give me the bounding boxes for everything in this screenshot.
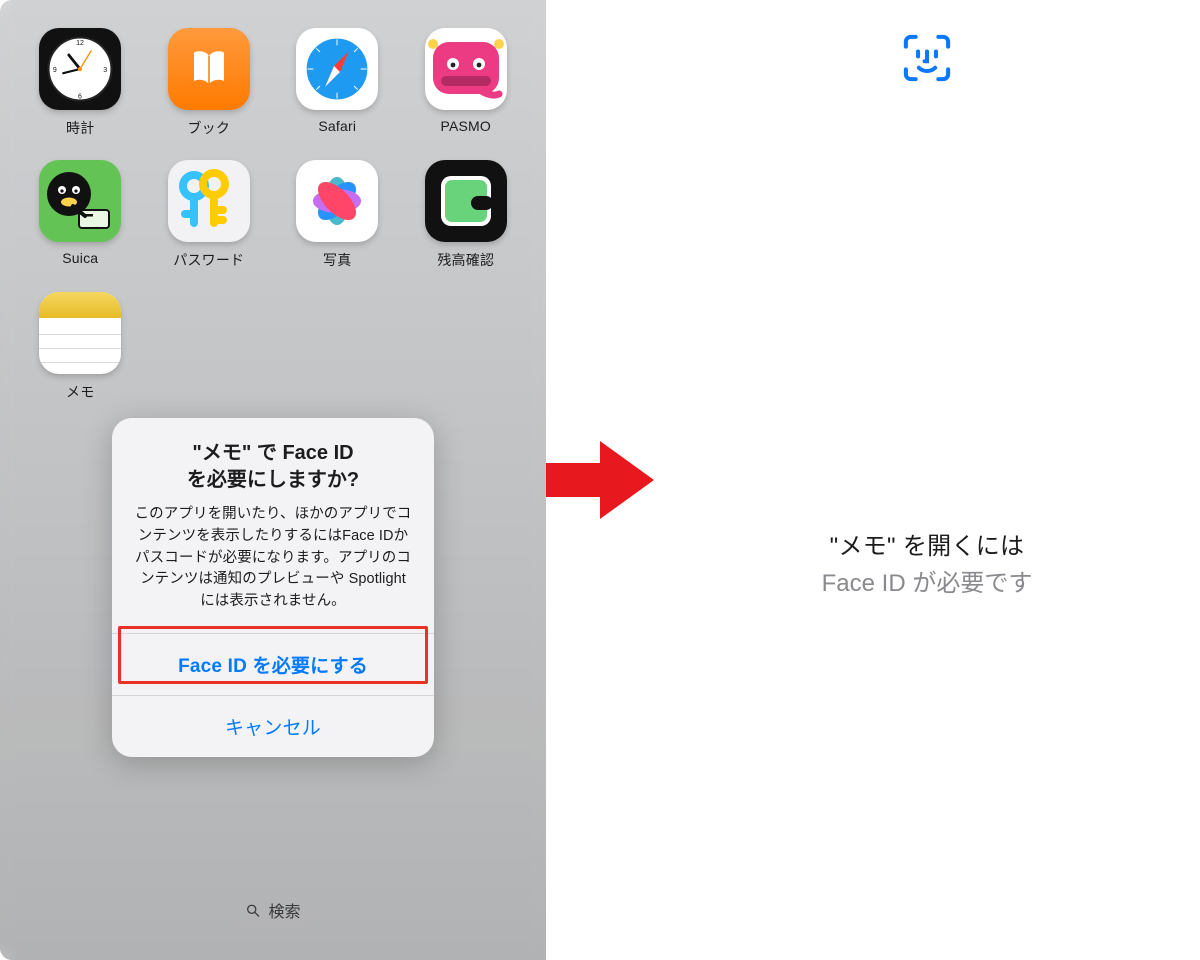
face-id-required-screen: "メモ" を開くには Face ID が必要です xyxy=(654,0,1200,960)
photos-icon xyxy=(296,160,378,242)
app-notes[interactable]: メモ xyxy=(28,292,133,402)
arrow-pane xyxy=(546,0,654,960)
pasmo-icon xyxy=(425,28,507,110)
svg-text:6: 6 xyxy=(78,93,82,100)
app-books[interactable]: ブック xyxy=(157,28,262,138)
svg-text:12: 12 xyxy=(76,40,84,47)
arrow-right-icon xyxy=(546,437,654,523)
screenshot-pair: 12 3 6 9 時計 ブック xyxy=(0,0,1200,960)
search-label: 検索 xyxy=(268,898,300,922)
app-label: ブック xyxy=(187,118,230,138)
app-label: 時計 xyxy=(66,118,94,138)
home-screen-blurred: 12 3 6 9 時計 ブック xyxy=(0,0,546,960)
passwords-icon xyxy=(168,160,250,242)
app-label: メモ xyxy=(66,382,94,402)
app-balance[interactable]: 残高確認 xyxy=(414,160,519,270)
search-icon xyxy=(245,903,260,918)
home-search-pill[interactable]: 検索 xyxy=(225,890,320,930)
cancel-button[interactable]: キャンセル xyxy=(112,695,434,757)
app-label: 写真 xyxy=(323,250,351,270)
app-label: PASMO xyxy=(440,118,491,134)
face-id-message: "メモ" を開くには Face ID が必要です xyxy=(822,528,1033,602)
svg-text:9: 9 xyxy=(53,67,57,74)
require-face-id-button[interactable]: Face ID を必要にする xyxy=(112,633,434,695)
books-icon xyxy=(168,28,250,110)
svg-text:3: 3 xyxy=(103,67,107,74)
dialog-title: "メモ" で Face ID を必要にしますか? xyxy=(112,418,434,498)
app-pasmo[interactable]: PASMO xyxy=(414,28,519,138)
message-line1: "メモ" を開くには xyxy=(822,528,1033,565)
face-id-icon xyxy=(901,32,953,89)
balance-icon xyxy=(425,160,507,242)
app-clock[interactable]: 12 3 6 9 時計 xyxy=(28,28,133,138)
message-line2: Face ID が必要です xyxy=(822,565,1033,602)
app-suica[interactable]: Suica xyxy=(28,160,133,270)
app-label: パスワード xyxy=(173,250,244,270)
notes-icon xyxy=(39,292,121,374)
face-id-dialog: "メモ" で Face ID を必要にしますか? このアプリを開いたり、ほかのア… xyxy=(112,418,434,757)
suica-icon xyxy=(39,160,121,242)
dialog-body: このアプリを開いたり、ほかのアプリでコンテンツを表示したりするにはFace ID… xyxy=(112,498,434,633)
app-photos[interactable]: 写真 xyxy=(285,160,390,270)
safari-icon xyxy=(296,28,378,110)
app-label: Suica xyxy=(62,250,98,266)
app-passwords[interactable]: パスワード xyxy=(157,160,262,270)
app-icon-grid: 12 3 6 9 時計 ブック xyxy=(0,0,546,402)
app-safari[interactable]: Safari xyxy=(285,28,390,138)
app-label: Safari xyxy=(318,118,356,134)
app-label: 残高確認 xyxy=(437,250,494,270)
clock-icon: 12 3 6 9 xyxy=(39,28,121,110)
